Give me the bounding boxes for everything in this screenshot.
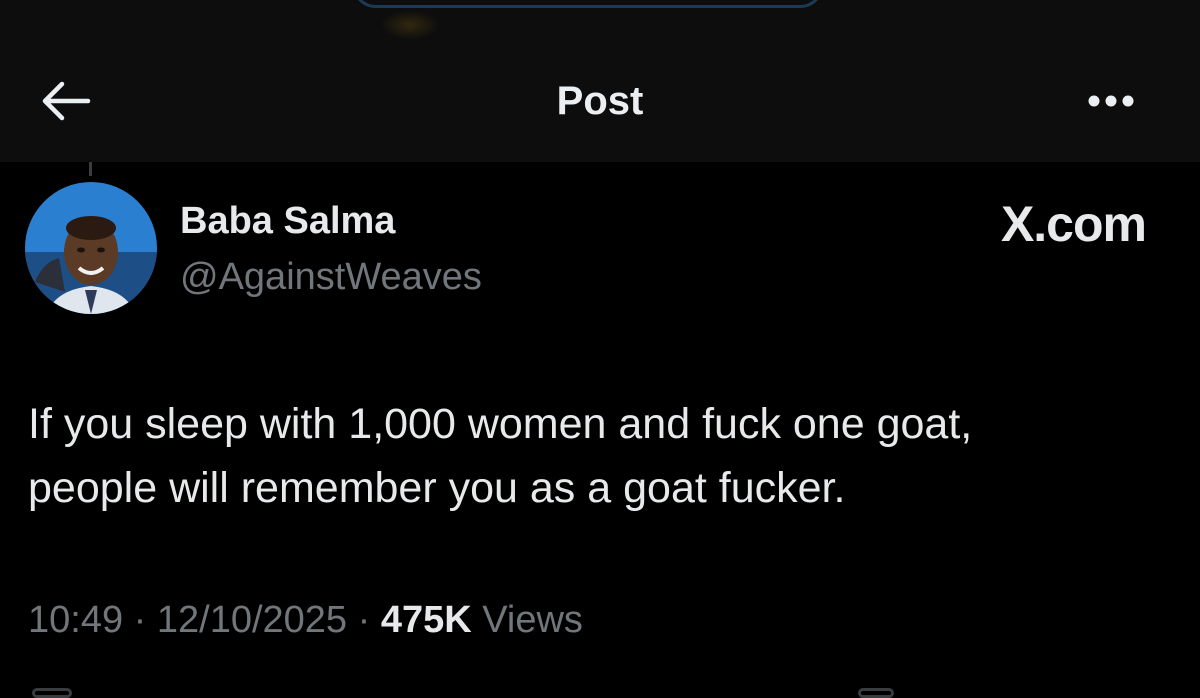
post-meta: 10:49 · 12/10/2025 · 475K Views — [28, 596, 583, 644]
thread-connector-line — [89, 162, 92, 176]
more-options-button[interactable] — [1080, 84, 1142, 118]
views-label[interactable]: Views — [482, 599, 583, 641]
meta-separator: · — [123, 599, 157, 641]
bookmark-icon[interactable] — [858, 688, 894, 698]
views-count[interactable]: 475K — [381, 599, 472, 641]
page-title: Post — [556, 79, 644, 123]
post-date: 12/10/2025 — [156, 599, 348, 641]
post-text: If you sleep with 1,000 women and fuck o… — [28, 400, 973, 512]
avatar[interactable] — [25, 182, 157, 314]
author-display-name[interactable]: Baba Salma — [180, 198, 395, 244]
top-search-pill[interactable] — [352, 0, 824, 8]
reply-icon[interactable] — [32, 688, 72, 698]
meta-separator: · — [347, 599, 381, 641]
author-handle[interactable]: @AgainstWeaves — [180, 254, 482, 300]
top-glow — [380, 10, 440, 40]
post-time: 10:49 — [28, 599, 124, 641]
more-horizontal-icon — [1080, 95, 1142, 122]
x-com-watermark: X.com — [1000, 196, 1147, 252]
